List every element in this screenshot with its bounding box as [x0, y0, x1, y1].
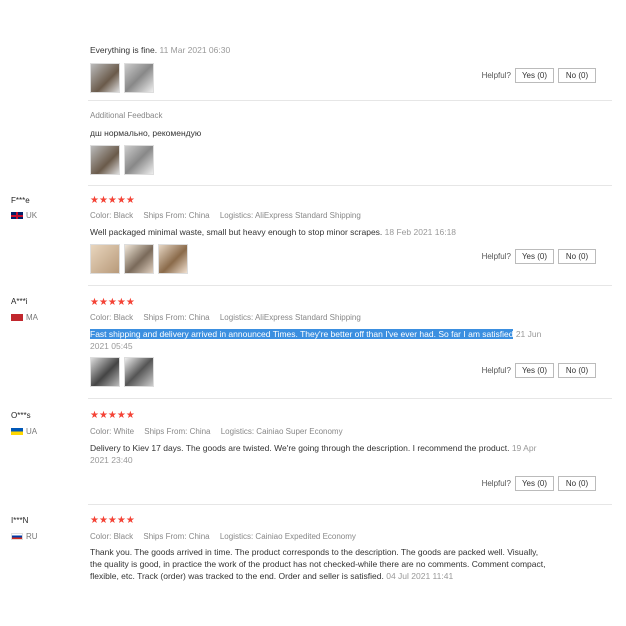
review-photo[interactable]	[90, 63, 120, 93]
divider	[88, 504, 612, 505]
ukraine-flag-icon	[11, 428, 23, 435]
ships-from: Ships From: China	[144, 427, 211, 436]
review-date: 04 Jul 2021 11:41	[386, 571, 454, 581]
review-text: Well packaged minimal waste, small but h…	[90, 227, 457, 237]
review-photo[interactable]	[90, 145, 120, 175]
divider	[88, 398, 612, 399]
star-rating: ★★★★★	[90, 195, 135, 206]
vote-yes-button[interactable]: Yes (0)	[514, 68, 554, 83]
vote-no-button[interactable]: No (0)	[558, 249, 596, 264]
reviewer-name: A***i	[11, 297, 28, 306]
review-date: 11 Mar 2021 06:30	[159, 45, 231, 55]
star-rating: ★★★★★	[90, 297, 135, 308]
reviewer-country: RU	[11, 532, 38, 541]
review-photo[interactable]	[124, 244, 154, 274]
divider	[88, 100, 612, 101]
reviewer-country: UK	[11, 211, 37, 220]
reviewer-name: I***N	[11, 516, 29, 525]
vote-yes-button[interactable]: Yes (0)	[514, 476, 554, 491]
vote-no-button[interactable]: No (0)	[558, 476, 596, 491]
review-photo[interactable]	[124, 63, 154, 93]
color-option: Color: Black	[90, 313, 134, 322]
reviewer-name: F***e	[11, 196, 30, 205]
reviewer-name: O***s	[11, 411, 31, 420]
divider	[88, 285, 612, 286]
review-photo[interactable]	[124, 145, 154, 175]
review-photo[interactable]	[90, 357, 120, 387]
morocco-flag-icon	[11, 314, 23, 321]
reviewer-country: MA	[11, 313, 38, 322]
vote-no-button[interactable]: No (0)	[558, 68, 596, 83]
additional-feedback-label: Additional Feedback	[90, 111, 163, 120]
color-option: Color: White	[90, 427, 135, 436]
ships-from: Ships From: China	[143, 313, 210, 322]
review-photos	[90, 244, 188, 274]
logistics: Logistics: Cainiao Expedited Economy	[219, 532, 356, 541]
uk-flag-icon	[11, 212, 23, 219]
russia-flag-icon	[11, 533, 23, 540]
logistics: Logistics: Cainiao Super Economy	[220, 427, 343, 436]
reviewer-country: UA	[11, 427, 37, 436]
color-option: Color: Black	[90, 532, 134, 541]
helpful-votes: Helpful? Yes (0) No (0)	[482, 68, 596, 83]
review-meta: Color: White Ships From: China Logistics…	[90, 427, 351, 436]
helpful-votes: Helpful? Yes (0) No (0)	[482, 249, 596, 264]
star-rating: ★★★★★	[90, 410, 135, 421]
selected-text[interactable]: Fast shipping and delivery arrived in an…	[90, 329, 514, 339]
helpful-votes: Helpful? Yes (0) No (0)	[482, 363, 596, 378]
review-text: Everything is fine. 11 Mar 2021 06:30	[90, 45, 231, 55]
color-option: Color: Black	[90, 211, 134, 220]
vote-yes-button[interactable]: Yes (0)	[514, 363, 554, 378]
logistics: Logistics: AliExpress Standard Shipping	[219, 313, 361, 322]
vote-yes-button[interactable]: Yes (0)	[514, 249, 554, 264]
review-meta: Color: Black Ships From: China Logistics…	[90, 532, 364, 541]
review-text: Delivery to Kiev 17 days. The goods are …	[90, 443, 537, 465]
country-code: UA	[26, 427, 38, 436]
ships-from: Ships From: China	[143, 532, 210, 541]
helpful-label: Helpful?	[481, 366, 511, 375]
review-photos	[90, 63, 154, 93]
additional-photos	[90, 145, 154, 175]
review-meta: Color: Black Ships From: China Logistics…	[90, 313, 369, 322]
helpful-votes: Helpful? Yes (0) No (0)	[482, 476, 596, 491]
country-code: RU	[26, 532, 38, 541]
review-photos	[90, 357, 154, 387]
ships-from: Ships From: China	[143, 211, 210, 220]
review-meta: Color: Black Ships From: China Logistics…	[90, 211, 369, 220]
star-rating: ★★★★★	[90, 515, 135, 526]
country-code: UK	[26, 211, 38, 220]
review-photo[interactable]	[158, 244, 188, 274]
helpful-label: Helpful?	[481, 252, 511, 261]
country-code: MA	[26, 313, 38, 322]
additional-feedback-text: дш нормально, рекомендую	[90, 128, 202, 138]
review-photo[interactable]	[124, 357, 154, 387]
divider	[88, 185, 612, 186]
review-text: Fast shipping and delivery arrived in an…	[90, 328, 550, 352]
helpful-label: Helpful?	[481, 71, 511, 80]
helpful-label: Helpful?	[481, 479, 511, 488]
vote-no-button[interactable]: No (0)	[558, 363, 596, 378]
review-date: 18 Feb 2021 16:18	[384, 227, 457, 237]
logistics: Logistics: AliExpress Standard Shipping	[219, 211, 361, 220]
review-text: Thank you. The goods arrived in time. Th…	[90, 547, 546, 581]
review-photo[interactable]	[90, 244, 120, 274]
